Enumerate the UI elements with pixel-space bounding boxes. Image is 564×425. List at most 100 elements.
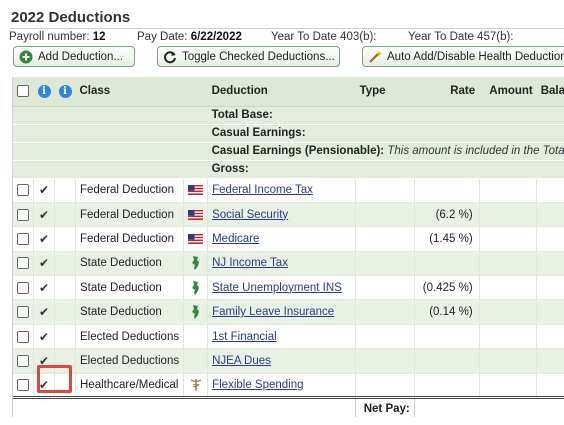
row-checkbox[interactable] [17, 281, 29, 294]
deduction-class: State Deduction [75, 251, 185, 277]
new-jersey-icon [191, 256, 200, 271]
checkmark-icon[interactable]: ✔ [39, 183, 49, 197]
table-row: ✔ Healthcare/Medical Flexible Spending [13, 373, 564, 399]
casual-pensionable-label: Casual Earnings (Pensionable): This amou… [207, 142, 564, 161]
table-row: ✔ Federal Deduction Social Security (6.2… [13, 202, 564, 228]
deduction-amount [479, 226, 538, 252]
col-type[interactable]: Type [355, 77, 415, 107]
row-checkbox[interactable] [17, 257, 29, 270]
checkmark-icon[interactable]: ✔ [39, 208, 49, 222]
deduction-class: State Deduction [75, 299, 185, 325]
info-icon[interactable]: i [58, 84, 72, 98]
col-class[interactable]: Class [75, 77, 184, 107]
col-deduction[interactable]: Deduction [207, 77, 356, 107]
deduction-amount [479, 178, 538, 203]
caduceus-icon [190, 378, 202, 392]
checkmark-icon[interactable]: ✔ [39, 256, 49, 270]
deduction-link[interactable]: Family Leave Insurance [212, 306, 334, 318]
checkmark-icon[interactable]: ✔ [39, 305, 49, 319]
deduction-link[interactable]: Federal Income Tax [212, 184, 313, 196]
deduction-link[interactable]: NJEA Dues [212, 355, 271, 367]
deduction-rate: (0.14 %) [414, 299, 480, 325]
magic-wand-icon [368, 50, 382, 64]
deduction-balance [536, 178, 564, 203]
gross-label: Gross: [207, 160, 564, 179]
deduction-rate [414, 324, 480, 350]
deduction-rate [414, 178, 480, 203]
refresh-icon [163, 50, 177, 64]
table-row: ✔ State Deduction NJ Income Tax [13, 251, 564, 277]
deduction-balance [536, 202, 564, 228]
total-base-label: Total Base: [207, 106, 564, 125]
deduction-balance [536, 373, 564, 399]
title-divider [9, 28, 564, 29]
deduction-link[interactable]: NJ Income Tax [212, 257, 288, 269]
us-flag-icon [188, 209, 204, 220]
deduction-balance [536, 251, 564, 277]
table-row: ✔ State Deduction Family Leave Insurance… [13, 299, 564, 325]
pay-date: Pay Date: 6/22/2022 [137, 31, 242, 43]
us-flag-icon [188, 185, 204, 196]
deduction-amount [479, 251, 538, 277]
deduction-type [355, 178, 415, 203]
select-all-checkbox-cell[interactable] [13, 77, 34, 107]
deduction-balance [536, 324, 564, 350]
deduction-balance [536, 226, 564, 252]
casual-earnings-label: Casual Earnings: [207, 124, 564, 143]
deduction-class: Federal Deduction [75, 178, 185, 203]
deduction-rate: (1.45 %) [414, 226, 480, 252]
col-balance[interactable]: Bala [536, 77, 564, 107]
table-row: ✔ Elected Deductions NJEA Dues [13, 348, 564, 374]
deduction-rate: (6.2 %) [414, 202, 480, 228]
deduction-class: Healthcare/Medical [75, 373, 185, 399]
row-checkbox[interactable] [17, 354, 29, 367]
row-checkbox[interactable] [17, 306, 29, 319]
row-checkbox[interactable] [17, 208, 29, 221]
deduction-rate [414, 348, 480, 374]
deduction-amount [479, 202, 538, 228]
row-checkbox[interactable] [17, 184, 29, 197]
row-checkbox[interactable] [17, 378, 29, 391]
page-title: 2022 Deductions [11, 9, 131, 26]
deduction-amount [479, 373, 538, 399]
deduction-class: Federal Deduction [75, 226, 185, 252]
col-rate[interactable]: Rate [414, 77, 480, 107]
deduction-type [355, 251, 415, 277]
deduction-link[interactable]: 1st Financial [212, 331, 277, 343]
deduction-link[interactable]: Flexible Spending [212, 379, 303, 391]
deduction-amount [479, 348, 538, 374]
deduction-type [355, 373, 415, 399]
net-pay-row: Net Pay: [13, 396, 564, 417]
deduction-amount [479, 324, 538, 350]
deduction-balance [536, 275, 564, 301]
new-jersey-icon [191, 305, 200, 320]
net-pay-value [414, 396, 564, 417]
deduction-link[interactable]: Medicare [212, 233, 259, 245]
table-row: ✔ Federal Deduction Federal Income Tax [13, 178, 564, 203]
deduction-rate: (0.425 %) [414, 275, 480, 301]
deduction-class: State Deduction [75, 275, 185, 301]
deduction-type [355, 226, 415, 252]
plus-circle-icon [19, 50, 33, 64]
deduction-type [355, 348, 415, 374]
deduction-link[interactable]: Social Security [212, 209, 288, 221]
select-all-checkbox[interactable] [17, 85, 30, 98]
deductions-table: i i Class Deduction Type Rate Amount Bal… [12, 77, 564, 417]
deduction-class: Elected Deductions [75, 348, 185, 374]
checkmark-icon[interactable]: ✔ [39, 281, 49, 295]
payroll-info: Payroll number: 12 Pay Date: 6/22/2022 Y… [0, 31, 564, 45]
deduction-balance [536, 299, 564, 325]
deduction-type [355, 202, 415, 228]
checkmark-icon[interactable]: ✔ [39, 232, 49, 246]
toggle-checked-button[interactable]: Toggle Checked Deductions... [157, 46, 340, 67]
add-deduction-button[interactable]: Add Deduction... [13, 46, 135, 67]
auto-health-deductions-button[interactable]: Auto Add/Disable Health Deductions... [362, 46, 564, 67]
deduction-link[interactable]: State Unemployment INS [212, 282, 342, 294]
row-checkbox[interactable] [17, 232, 29, 245]
checkmark-icon[interactable]: ✔ [39, 330, 49, 344]
info-icon[interactable]: i [37, 84, 51, 98]
col-amount[interactable]: Amount [479, 77, 537, 107]
deduction-type [355, 299, 415, 325]
row-checkbox[interactable] [17, 330, 29, 343]
highlight-box [37, 365, 72, 393]
